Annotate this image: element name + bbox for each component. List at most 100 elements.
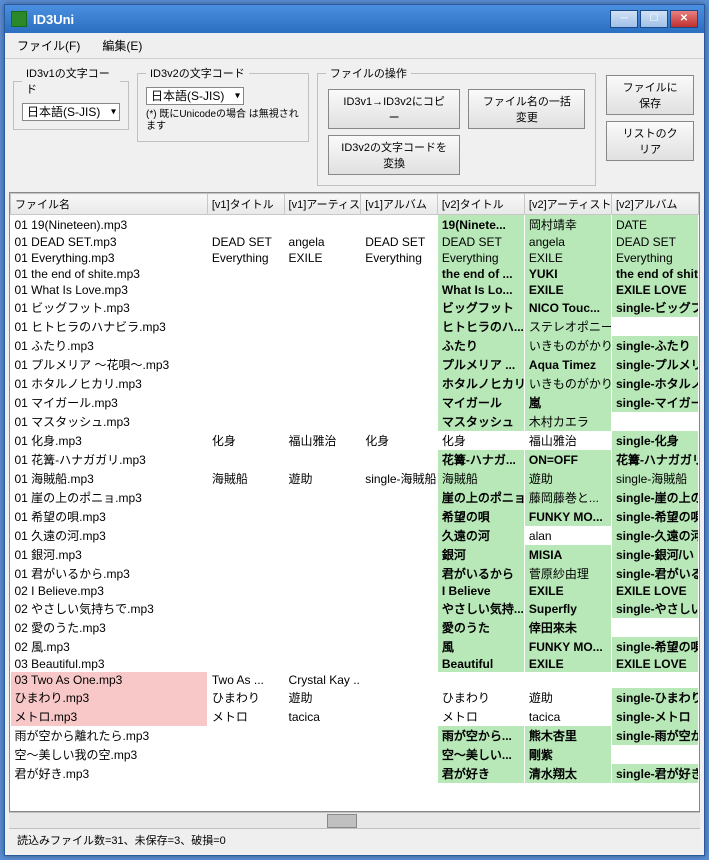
table-row[interactable]: 01 銀河.mp3銀河MISIAsingle-銀河/い xyxy=(11,545,699,564)
table-row[interactable]: 01 君がいるから.mp3君がいるから菅原紗由理single-君がいる xyxy=(11,564,699,583)
table-row[interactable]: 01 花篝-ハナガガリ.mp3花篝-ハナガ...ON=OFF花篝-ハナガガリー xyxy=(11,450,699,469)
cell: 風 xyxy=(437,637,524,656)
cell: single-君がいる xyxy=(611,564,698,583)
table-row[interactable]: 01 Everything.mp3EverythingEXILEEverythi… xyxy=(11,250,699,266)
maximize-button[interactable]: ☐ xyxy=(640,10,668,28)
cell: ひまわり.mp3 xyxy=(11,688,208,707)
col-v1-title[interactable]: [v1]タイトル xyxy=(207,194,284,215)
clear-list-button[interactable]: リストのクリア xyxy=(606,121,694,161)
copy-v1-to-v2-button[interactable]: ID3v1→ID3v2にコピー xyxy=(328,89,461,129)
table-row[interactable]: 01 久遠の河.mp3久遠の河alansingle-久遠の河 xyxy=(11,526,699,545)
cell: DATE xyxy=(611,215,698,235)
table-row[interactable]: 01 ふたり.mp3ふたりいきものがかりsingle-ふたり xyxy=(11,336,699,355)
cell: the end of shit xyxy=(611,266,698,282)
table-row[interactable]: 01 マイガール.mp3マイガール嵐single-マイガー xyxy=(11,393,699,412)
menu-edit[interactable]: 編集(E) xyxy=(96,35,148,56)
cell xyxy=(361,355,438,374)
minimize-button[interactable]: ─ xyxy=(610,10,638,28)
table-row[interactable]: 01 崖の上のポニョ.mp3崖の上のポニョ藤岡藤巻と...single-崖の上の xyxy=(11,488,699,507)
cell xyxy=(284,583,361,599)
table-row[interactable]: 雨が空から離れたら.mp3雨が空から...熊木杏里single-雨が空か xyxy=(11,726,699,745)
cell xyxy=(207,726,284,745)
cell: Superfly xyxy=(524,599,611,618)
cell xyxy=(207,599,284,618)
cell: EXILE xyxy=(284,250,361,266)
cell: EXILE LOVE xyxy=(611,656,698,672)
table-row[interactable]: 01 マスタッシュ.mp3マスタッシュ木村カエラ xyxy=(11,412,699,431)
table-row[interactable]: 01 ビッグフット.mp3ビッグフットNICO Touc...single-ビッ… xyxy=(11,298,699,317)
cell: Everything xyxy=(207,250,284,266)
cell xyxy=(284,215,361,235)
horizontal-scrollbar[interactable] xyxy=(9,812,700,828)
cell: single-崖の上の xyxy=(611,488,698,507)
table-row[interactable]: 02 やさしい気持ちで.mp3やさしい気持...Superflysingle-や… xyxy=(11,599,699,618)
table-row[interactable]: 01 海賊船.mp3海賊船遊助single-海賊船海賊船遊助single-海賊船 xyxy=(11,469,699,488)
table-row[interactable]: ひまわり.mp3ひまわり遊助ひまわり遊助single-ひまわり xyxy=(11,688,699,707)
cell xyxy=(437,672,524,688)
file-table-container[interactable]: ファイル名 [v1]タイトル [v1]アーティスト [v1]アルバム [v2]タ… xyxy=(9,192,700,812)
convert-encoding-button[interactable]: ID3v2の文字コードを変換 xyxy=(328,135,461,175)
cell: single-プルメリ xyxy=(611,355,698,374)
table-row[interactable]: 02 風.mp3風FUNKY MO...single-希望の唄 xyxy=(11,637,699,656)
cell xyxy=(611,672,698,688)
table-row[interactable]: 02 I Believe.mp3I BelieveEXILEEXILE LOVE xyxy=(11,583,699,599)
table-row[interactable]: 01 ホタルノヒカリ.mp3ホタルノヒカリいきものがかりsingle-ホタルノヒ xyxy=(11,374,699,393)
table-row[interactable]: 01 the end of shite.mp3the end of ...YUK… xyxy=(11,266,699,282)
group-v2-legend: ID3v2の文字コード xyxy=(146,65,249,81)
col-filename[interactable]: ファイル名 xyxy=(11,194,208,215)
cell xyxy=(284,526,361,545)
table-row[interactable]: 02 愛のうた.mp3愛のうた倖田來未 xyxy=(11,618,699,637)
table-row[interactable]: 01 DEAD SET.mp3DEAD SETangelaDEAD SETDEA… xyxy=(11,234,699,250)
cell: 01 ビッグフット.mp3 xyxy=(11,298,208,317)
cell: single-やさしい xyxy=(611,599,698,618)
table-row[interactable]: 01 プルメリア ～花唄～.mp3プルメリア ...Aqua Timezsing… xyxy=(11,355,699,374)
table-row[interactable]: 01 19(Nineteen).mp319(Ninete...岡村靖幸DATE xyxy=(11,215,699,235)
table-row[interactable]: 03 Two As One.mp3Two As ...Crystal Kay .… xyxy=(11,672,699,688)
col-v1-album[interactable]: [v1]アルバム xyxy=(361,194,438,215)
cell: EXILE xyxy=(524,656,611,672)
table-row[interactable]: 01 希望の唄.mp3希望の唄FUNKY MO...single-希望の唄 xyxy=(11,507,699,526)
cell xyxy=(284,637,361,656)
cell: 銀河 xyxy=(437,545,524,564)
save-file-button[interactable]: ファイルに保存 xyxy=(606,75,694,115)
cell: 崖の上のポニョ xyxy=(437,488,524,507)
cell: single-銀河/い xyxy=(611,545,698,564)
cell: single-ホタルノヒ xyxy=(611,374,698,393)
v1-encoding-select[interactable]: 日本語(S-JIS) xyxy=(22,103,120,121)
cell: 03 Two As One.mp3 xyxy=(11,672,208,688)
cell: 01 銀河.mp3 xyxy=(11,545,208,564)
table-row[interactable]: 空～美しい我の空.mp3空～美しい...剛紫 xyxy=(11,745,699,764)
cell: ひまわり xyxy=(207,688,284,707)
v2-encoding-select[interactable]: 日本語(S-JIS) xyxy=(146,87,244,105)
cell: 01 ヒトヒラのハナビラ.mp3 xyxy=(11,317,208,336)
cell: Everything xyxy=(361,250,438,266)
cell xyxy=(207,374,284,393)
table-row[interactable]: 01 What Is Love.mp3What Is Lo...EXILEEXI… xyxy=(11,282,699,298)
table-row[interactable]: メトロ.mp3メトロtacicaメトロtacicasingle-メトロ xyxy=(11,707,699,726)
cell xyxy=(207,317,284,336)
cell: YUKI xyxy=(524,266,611,282)
col-v2-artist[interactable]: [v2]アーティスト xyxy=(524,194,611,215)
cell: プルメリア ... xyxy=(437,355,524,374)
cell xyxy=(284,726,361,745)
col-v2-title[interactable]: [v2]タイトル xyxy=(437,194,524,215)
table-row[interactable]: 01 ヒトヒラのハナビラ.mp3ヒトヒラのハ...ステレオポニー xyxy=(11,317,699,336)
table-row[interactable]: 君が好き.mp3君が好き清水翔太single-君が好き xyxy=(11,764,699,783)
cell xyxy=(361,545,438,564)
cell xyxy=(207,526,284,545)
cell: 01 ホタルノヒカリ.mp3 xyxy=(11,374,208,393)
cell: メトロ xyxy=(207,707,284,726)
cell: Everything xyxy=(437,250,524,266)
toolbar: ID3v1の文字コード 日本語(S-JIS) ID3v2の文字コード 日本語(S… xyxy=(5,59,704,192)
table-row[interactable]: 03 Beautiful.mp3BeautifulEXILEEXILE LOVE xyxy=(11,656,699,672)
col-v1-artist[interactable]: [v1]アーティスト xyxy=(284,194,361,215)
table-row[interactable]: 01 化身.mp3化身福山雅治化身化身福山雅治single-化身 xyxy=(11,431,699,450)
scrollbar-thumb[interactable] xyxy=(327,814,357,828)
rename-files-button[interactable]: ファイル名の一括変更 xyxy=(468,89,585,129)
cell xyxy=(611,317,698,336)
cell xyxy=(207,488,284,507)
menu-file[interactable]: ファイル(F) xyxy=(11,35,86,56)
cell: 01 19(Nineteen).mp3 xyxy=(11,215,208,235)
close-button[interactable]: ✕ xyxy=(670,10,698,28)
col-v2-album[interactable]: [v2]アルバム xyxy=(611,194,698,215)
